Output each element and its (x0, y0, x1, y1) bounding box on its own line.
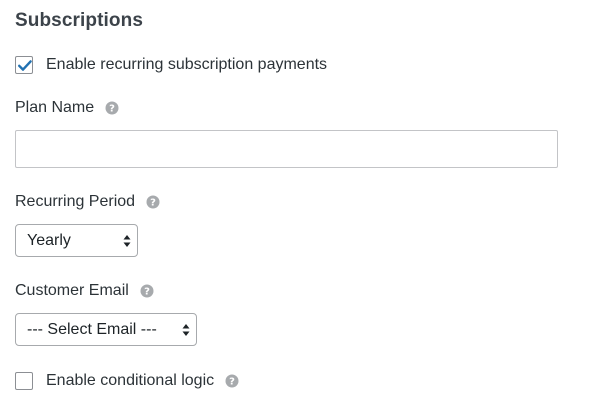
enable-recurring-label[interactable]: Enable recurring subscription payments (46, 56, 327, 74)
recurring-period-label: Recurring Period (15, 193, 136, 210)
recurring-period-select[interactable]: Yearly (15, 224, 138, 257)
help-circle-icon[interactable]: ? (146, 195, 160, 209)
customer-email-label: Customer Email (15, 282, 129, 299)
select-arrows-icon (181, 322, 191, 338)
svg-text:?: ? (229, 377, 235, 388)
conditional-logic-checkbox[interactable] (15, 372, 33, 390)
recurring-period-selected: Yearly (27, 231, 71, 249)
svg-text:?: ? (150, 198, 156, 209)
enable-recurring-checkbox[interactable] (15, 56, 33, 74)
help-circle-icon[interactable]: ? (105, 101, 119, 115)
help-circle-icon[interactable]: ? (225, 374, 239, 388)
select-arrows-icon (122, 233, 132, 249)
help-circle-icon[interactable]: ? (140, 284, 154, 298)
enable-recurring-row[interactable]: Enable recurring subscription payments (15, 54, 327, 76)
plan-name-input[interactable] (15, 130, 558, 168)
conditional-logic-row[interactable]: Enable conditional logic ? (15, 370, 239, 392)
svg-text:?: ? (144, 287, 150, 298)
section-title: Subscriptions (15, 10, 143, 31)
customer-email-selected: --- Select Email --- (27, 320, 157, 338)
svg-text:?: ? (109, 104, 115, 115)
customer-email-select[interactable]: --- Select Email --- (15, 313, 197, 346)
plan-name-label-row: Plan Name ? (15, 99, 119, 117)
plan-name-label: Plan Name (15, 99, 95, 116)
customer-email-label-row: Customer Email ? (15, 282, 154, 300)
checkmark-icon (18, 60, 32, 71)
conditional-logic-label[interactable]: Enable conditional logic (46, 372, 214, 390)
recurring-period-label-row: Recurring Period ? (15, 193, 160, 211)
